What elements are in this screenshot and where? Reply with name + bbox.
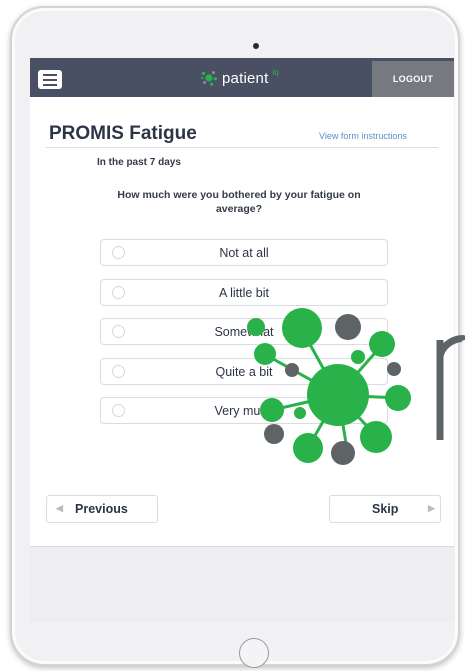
- chevron-left-icon: ◀: [56, 503, 63, 513]
- home-button[interactable]: [239, 638, 269, 668]
- answer-option-not-at-all[interactable]: Not at all: [100, 239, 388, 266]
- brand-watermark-logo: [247, 308, 465, 465]
- menu-icon-line: [43, 74, 57, 76]
- chevron-right-icon: ▶: [428, 503, 435, 513]
- answer-option-label: Not at all: [219, 246, 269, 260]
- previous-button-label: Previous: [75, 502, 128, 516]
- form-title: PROMIS Fatigue: [49, 123, 197, 144]
- view-instructions-link[interactable]: View form instructions: [319, 131, 407, 141]
- question-text: How much were you bothered by your fatig…: [117, 189, 361, 215]
- menu-icon-line: [43, 84, 57, 86]
- brand-logo-icon: [201, 71, 217, 86]
- skip-button-label: Skip: [372, 502, 399, 516]
- logout-button[interactable]: LOGOUT: [372, 61, 454, 97]
- brand-name: patient: [222, 69, 269, 87]
- previous-button[interactable]: ◀ Previous: [46, 495, 158, 523]
- top-bar: patient iq LOGOUT: [30, 58, 454, 97]
- brand-superscript: iq: [272, 67, 279, 77]
- skip-button[interactable]: Skip ▶: [329, 495, 441, 523]
- timeframe-label: In the past 7 days: [97, 157, 181, 168]
- title-divider: [46, 147, 438, 148]
- hamburger-menu-button[interactable]: [38, 70, 62, 89]
- answer-option-label: A little bit: [218, 286, 270, 300]
- camera-dot: [253, 43, 259, 49]
- brand-logo: patient iq: [200, 67, 279, 89]
- screen-footer: [30, 546, 454, 622]
- menu-icon-line: [43, 79, 57, 81]
